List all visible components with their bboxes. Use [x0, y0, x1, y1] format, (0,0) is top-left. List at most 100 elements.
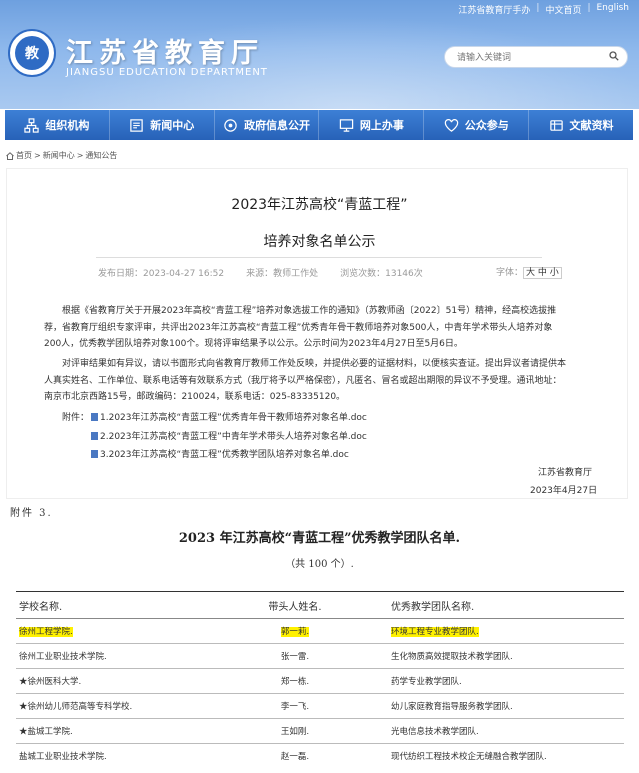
table-cell: 徐州工业职业技术学院. [16, 643, 202, 669]
nav-label: 新闻中心 [150, 119, 195, 132]
table-cell: 郭一莉. [202, 618, 388, 644]
text-line: 南京市北京西路15号，邮政编码：210024，联系电话：025-83335120… [44, 392, 346, 402]
text-line: 200人，优秀教学团队培养对象100个。现将评审结果予以公示。公示时间为2023… [44, 339, 463, 349]
attachment-link[interactable]: 2.2023年江苏高校“青蓝工程”中青年学术带头人培养对象名单.doc [100, 429, 367, 442]
title-divider [96, 257, 542, 258]
highlighted-text: 郭一莉. [280, 627, 310, 637]
breadcrumb: 首页 > 新闻中心 > 通知公告 [6, 150, 117, 161]
breadcrumb-notice[interactable]: 通知公告 [85, 150, 117, 161]
column-header: 优秀教学团队名称. [388, 591, 624, 619]
nav-item-docs[interactable]: 文献资料 [529, 110, 633, 140]
docs-icon [549, 119, 563, 131]
table-header-row: 学校名称. 带头人姓名. 优秀教学团队名称. [16, 591, 624, 619]
separator: | [587, 3, 591, 13]
article-meta: 发布日期：2023-04-27 16:52 来源：教师工作处 浏览次数：1314… [98, 266, 423, 279]
highlighted-text: 徐州工程学院. [19, 627, 73, 637]
signature-org: 江苏省教育厅 [538, 468, 593, 478]
article-subtitle: 培养对象名单公示 [263, 234, 376, 250]
breadcrumb-home[interactable]: 首页 [16, 150, 32, 161]
table-row: ★徐州医科大学. 郑一栋. 药学专业教学团队. [16, 668, 624, 694]
table-cell: ★徐州医科大学. [16, 668, 202, 694]
table-cell: 现代纺织工程技术校企无缝融合教学团队. [388, 743, 624, 768]
publish-date: 发布日期：2023-04-27 16:52 [98, 269, 225, 279]
table-row: 徐州工程学院. 郭一莉. 环境工程专业教学团队. [16, 618, 624, 644]
table-cell: 郑一栋. [202, 668, 388, 694]
column-header: 学校名称. [16, 591, 202, 619]
nav-label: 网上办事 [359, 119, 404, 132]
breadcrumb-sep: > [34, 151, 41, 160]
doc-icon [91, 431, 98, 440]
font-size-buttons[interactable]: 大 中 小 [523, 267, 562, 279]
table-row: 徐州工业职业技术学院. 张一雷. 生化物质高效提取技术教学团队. [16, 643, 624, 669]
site-logo[interactable]: 教 [8, 29, 56, 77]
header-banner: 江苏省教育厅手办 | 中文首页 | English 教 江苏省教育厅 JIANG… [0, 0, 639, 109]
search-input[interactable] [455, 50, 599, 66]
scan-subtitle: （共 100 个）. [285, 559, 354, 570]
nav-label: 文献资料 [569, 119, 614, 132]
table-cell: 盐城工业职业技术学院. [16, 743, 202, 768]
chinese-home-link[interactable]: 中文首页 [545, 3, 581, 16]
nav-item-org[interactable]: 组织机构 [5, 110, 110, 140]
scan-title: 2023 年江苏高校“青蓝工程”优秀教学团队名单. [178, 531, 461, 546]
signature-date: 2023年4月27日 [530, 486, 598, 496]
table-cell: 李一飞. [202, 693, 388, 719]
home-icon [6, 151, 14, 160]
table-cell: ★盐城工学院. [16, 718, 202, 744]
separator: | [536, 3, 540, 13]
nav-label: 组织机构 [45, 119, 90, 132]
mobile-link[interactable]: 江苏省教育厅手办 [458, 3, 530, 16]
table-row: ★盐城工学院. 王如刚. 光电信息技术教学团队. [16, 718, 624, 744]
scan-attachment-number: 附件 3. [10, 508, 53, 519]
table-cell: 王如刚. [202, 718, 388, 744]
doc-icon [91, 449, 98, 458]
text-line: 根据《省教育厅关于开展2023年高校“青蓝工程”培养对象选拔工作的通知》（苏教师… [62, 306, 557, 316]
nav-item-online[interactable]: 网上办事 [319, 110, 425, 140]
attachment-row: 2.2023年江苏高校“青蓝工程”中青年学术带头人培养对象名单.doc [91, 429, 367, 442]
monitor-icon [339, 118, 354, 132]
font-size-label: 字体： [496, 268, 524, 278]
table-cell: 张一雷. [202, 643, 388, 669]
org-icon [24, 117, 40, 133]
nav-label: 公众参与 [464, 119, 509, 132]
nav-item-public[interactable]: 公众参与 [424, 110, 530, 140]
nav-item-news[interactable]: 新闻中心 [110, 110, 215, 140]
text-line: 人真实姓名、工作单位、联系电话等有效联系方式（我厅将予以严格保密），凡匿名、冒名… [44, 375, 562, 386]
paragraph-2: 对评审结果如有异议，请以书面形式向省教育厅教师工作处反映，并提供必要的证据材料，… [44, 356, 599, 406]
article-title: 2023年江苏高校“青蓝工程” [231, 197, 408, 213]
attachment-link[interactable]: 1.2023年江苏高校“青蓝工程”优秀青年骨干教师培养对象名单.doc [100, 410, 367, 423]
table-cell: 徐州工程学院. [16, 618, 202, 644]
view-count: 浏览次数：13146次 [340, 269, 423, 279]
news-icon [130, 118, 143, 132]
table-cell: ★徐州幼儿师范高等专科学校. [16, 693, 202, 719]
table-cell: 光电信息技术教学团队. [388, 718, 624, 744]
site-name: 江苏省教育厅 [66, 38, 264, 69]
breadcrumb-news[interactable]: 新闻中心 [43, 150, 75, 161]
paragraph-1: 根据《省教育厅关于开展2023年高校“青蓝工程”培养对象选拔工作的通知》（苏教师… [44, 303, 599, 353]
main-nav: 组织机构 新闻中心 政府信息公开 网上办事 公众参与 文献资料 [5, 110, 633, 140]
attachment-link[interactable]: 3.2023年江苏高校“青蓝工程”优秀教学团队培养对象名单.doc [100, 447, 349, 460]
info-icon [224, 118, 237, 132]
attachment-label: 附件： [62, 413, 90, 423]
text-line: 荐，省教育厅组织专家评审，共评出2023年江苏高校“青蓝工程”优秀青年骨干教师培… [44, 322, 553, 333]
table-row: 盐城工业职业技术学院. 赵一磊. 现代纺织工程技术校企无缝融合教学团队. [16, 743, 624, 768]
doc-icon [91, 412, 99, 421]
article-source: 来源：教师工作处 [246, 269, 319, 279]
table-row: ★徐州幼儿师范高等专科学校. 李一飞. 幼儿家庭教育指导服务教学团队. [16, 693, 624, 719]
nav-label: 政府信息公开 [244, 119, 311, 132]
table-cell: 幼儿家庭教育指导服务教学团队. [388, 693, 624, 719]
attachment-row: 3.2023年江苏高校“青蓝工程”优秀教学团队培养对象名单.doc [91, 447, 349, 460]
breadcrumb-sep: > [76, 151, 84, 160]
nav-item-info[interactable]: 政府信息公开 [215, 110, 320, 140]
top-links: 江苏省教育厅手办 | 中文首页 | English [458, 3, 629, 16]
heart-icon [444, 118, 458, 132]
team-table: 学校名称. 带头人姓名. 优秀教学团队名称. 徐州工程学院. 郭一莉. 环境工程… [16, 591, 624, 768]
site-name-en: JIANGSU EDUCATION DEPARTMENT [66, 67, 268, 78]
table-cell: 赵一磊. [202, 743, 388, 768]
search-icon[interactable] [609, 51, 619, 61]
english-link[interactable]: English [597, 3, 630, 16]
font-size-control: 字体：大 中 小 [496, 265, 562, 279]
column-header: 带头人姓名. [202, 591, 388, 619]
highlighted-text: 环境工程专业教学团队. [391, 627, 479, 637]
table-cell: 环境工程专业教学团队. [388, 618, 624, 644]
attachment-row: 附件： 1.2023年江苏高校“青蓝工程”优秀青年骨干教师培养对象名单.doc [62, 410, 367, 423]
